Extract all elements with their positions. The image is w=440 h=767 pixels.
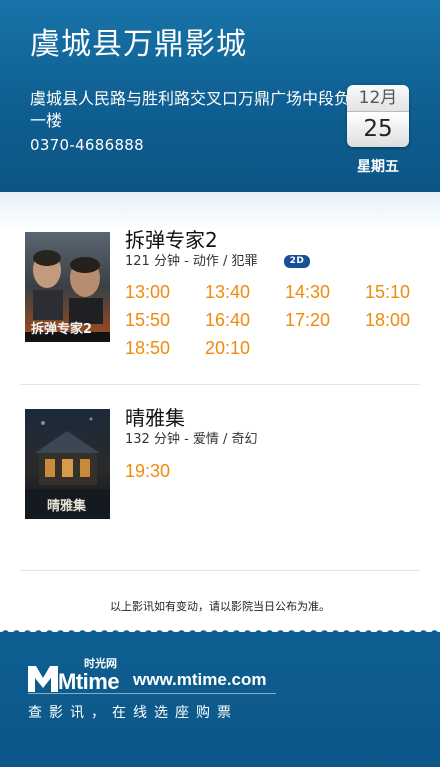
showtimes-list: 拆弹专家2 拆弹专家2 121 分钟 - 动作 / 犯罪 2D 13:00 13… xyxy=(0,192,440,632)
footer-slogan: 查影讯，在线选座购票 xyxy=(28,705,238,721)
mtime-logo-wordmark: Mtime xyxy=(58,669,120,694)
movie-item: 晴雅集 晴雅集 132 分钟 - 爱情 / 奇幻 19:30 xyxy=(20,385,420,571)
cinema-name: 虞城县万鼎影城 xyxy=(30,27,247,62)
showtime[interactable]: 17:20 xyxy=(285,307,365,333)
showtime[interactable]: 15:50 xyxy=(125,307,205,333)
movie-info: 132 分钟 - 爱情 / 奇幻 xyxy=(125,432,258,447)
format-badge-2d: 2D xyxy=(284,255,310,268)
showtime[interactable]: 18:50 xyxy=(125,335,205,361)
calendar-weekday: 星期五 xyxy=(357,159,399,175)
showtime[interactable]: 15:10 xyxy=(365,279,425,305)
showtime[interactable]: 18:00 xyxy=(365,307,425,333)
movie-info: 121 分钟 - 动作 / 犯罪 xyxy=(125,254,258,269)
mtime-site-url[interactable]: www.mtime.com xyxy=(133,670,267,690)
showtimes-grid: 19:30 xyxy=(125,458,425,484)
mtime-logo-cn: 时光网 xyxy=(84,657,117,670)
poster-title: 晴雅集 xyxy=(47,499,87,514)
showtime[interactable]: 13:00 xyxy=(125,279,205,305)
showtime[interactable]: 13:40 xyxy=(205,279,285,305)
cinema-header: 虞城县万鼎影城 虞城县人民路与胜利路交叉口万鼎广场中段负一楼 0370-4686… xyxy=(0,0,440,192)
movie-title[interactable]: 拆弹专家2 xyxy=(125,228,218,252)
date-calendar: 12月 25 xyxy=(347,85,409,147)
poster-title: 拆弹专家2 xyxy=(31,322,93,337)
showtime[interactable]: 14:30 xyxy=(285,279,365,305)
showtime[interactable]: 19:30 xyxy=(125,458,205,484)
footer-divider xyxy=(28,693,276,694)
showtimes-grid: 13:00 13:40 14:30 15:10 15:50 16:40 17:2… xyxy=(125,279,425,361)
movie-poster[interactable]: 拆弹专家2 xyxy=(25,232,110,342)
movie-poster[interactable]: 晴雅集 xyxy=(25,409,110,519)
showtime[interactable]: 20:10 xyxy=(205,335,285,361)
schedule-notice: 以上影讯如有变动，请以影院当日公布为准。 xyxy=(110,600,330,613)
mtime-footer: Mtime 时光网 www.mtime.com 查影讯，在线选座购票 xyxy=(0,632,440,767)
showtime[interactable]: 16:40 xyxy=(205,307,285,333)
calendar-day: 25 xyxy=(347,112,409,147)
cinema-address: 虞城县人民路与胜利路交叉口万鼎广场中段负一楼 xyxy=(30,89,351,130)
movie-item: 拆弹专家2 拆弹专家2 121 分钟 - 动作 / 犯罪 2D 13:00 13… xyxy=(20,212,420,385)
cinema-phone[interactable]: 0370-4686888 xyxy=(30,136,144,154)
calendar-month: 12月 xyxy=(347,85,409,112)
movie-title[interactable]: 晴雅集 xyxy=(125,406,185,430)
